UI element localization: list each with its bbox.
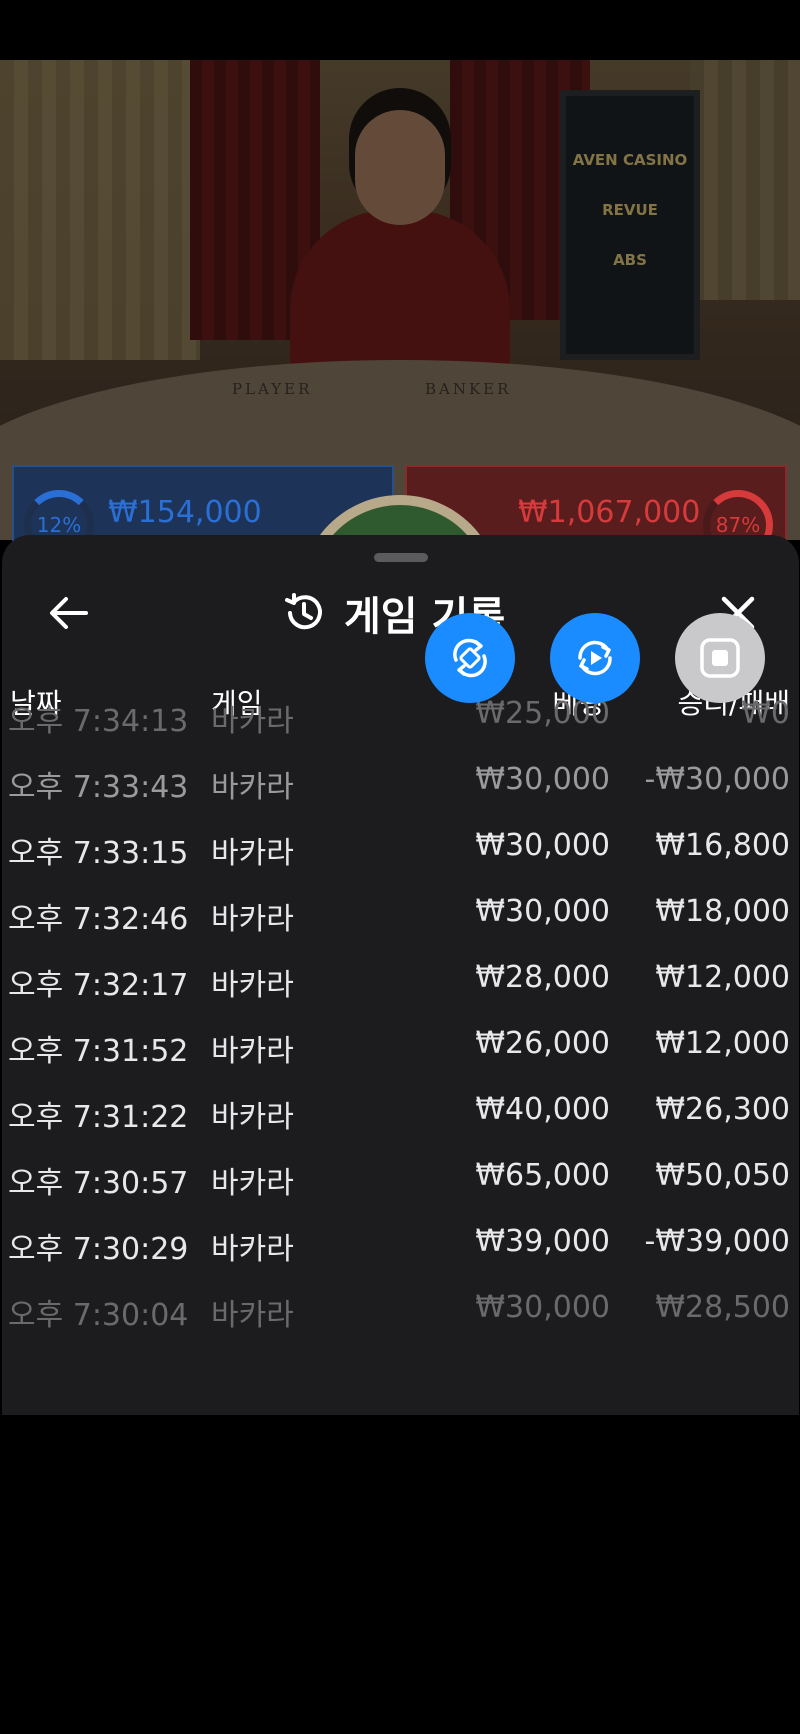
row-game: 바카라 — [211, 902, 294, 937]
arrow-left-icon — [50, 597, 88, 629]
row-date: 오후 7:31:22 — [8, 1100, 189, 1135]
row-date: 오후 7:32:17 — [8, 968, 189, 1003]
back-button[interactable] — [40, 585, 96, 641]
row-result: ₩50,050 — [655, 1158, 790, 1193]
row-bet: ₩30,000 — [475, 828, 610, 863]
app-root: AVEN CASINO REVUE ABS PLAYER BANKER 12% … — [0, 0, 800, 1734]
table-row: 오후 7:32:46 바카라 ₩30,000 ₩18,000 — [0, 880, 800, 946]
row-game: 바카라 — [211, 1100, 294, 1135]
table-row: 오후 7:30:57 바카라 ₩65,000 ₩50,050 — [0, 1144, 800, 1210]
row-bet: ₩65,000 — [475, 1158, 610, 1193]
row-result: ₩18,000 — [655, 894, 790, 929]
row-result: -₩30,000 — [644, 762, 790, 797]
stop-record-icon — [700, 638, 740, 678]
row-bet: ₩30,000 — [475, 762, 610, 797]
row-game: 바카라 — [211, 1034, 294, 1069]
row-date: 오후 7:33:43 — [8, 770, 189, 805]
row-game: 바카라 — [211, 1166, 294, 1201]
row-game: 바카라 — [211, 1298, 294, 1333]
row-game: 바카라 — [211, 1232, 294, 1267]
replay-button[interactable] — [550, 613, 640, 703]
row-result: ₩16,800 — [655, 828, 790, 863]
table-row: 오후 7:31:52 바카라 ₩26,000 ₩12,000 — [0, 1012, 800, 1078]
history-list[interactable]: 오후 7:34:13 바카라 ₩25,000 ₩0 오후 7:33:43 바카라… — [0, 696, 800, 1342]
table-row: 오후 7:33:15 바카라 ₩30,000 ₩16,800 — [0, 814, 800, 880]
row-result: ₩12,000 — [655, 960, 790, 995]
table-row: 오후 7:30:29 바카라 ₩39,000 -₩39,000 — [0, 1210, 800, 1276]
table-row: 오후 7:30:04 바카라 ₩30,000 ₩28,500 — [0, 1276, 800, 1342]
row-result: ₩12,000 — [655, 1026, 790, 1061]
sheet-drag-handle[interactable] — [374, 553, 428, 562]
table-row: 오후 7:34:13 바카라 ₩25,000 ₩0 — [0, 682, 800, 748]
row-result: ₩26,300 — [655, 1092, 790, 1127]
row-date: 오후 7:31:52 — [8, 1034, 189, 1069]
rotate-screen-button[interactable] — [425, 613, 515, 703]
player-bet-amount: ₩154,000 — [108, 495, 262, 530]
row-game: 바카라 — [211, 836, 294, 871]
row-bet: ₩40,000 — [475, 1092, 610, 1127]
replay-icon — [578, 640, 612, 676]
row-result: ₩28,500 — [655, 1290, 790, 1325]
row-game: 바카라 — [211, 968, 294, 1003]
table-row: 오후 7:33:43 바카라 ₩30,000 -₩30,000 — [0, 748, 800, 814]
table-row: 오후 7:32:17 바카라 ₩28,000 ₩12,000 — [0, 946, 800, 1012]
row-bet: ₩28,000 — [475, 960, 610, 995]
row-result: -₩39,000 — [644, 1224, 790, 1259]
row-result: ₩0 — [741, 696, 790, 731]
row-bet: ₩30,000 — [475, 1290, 610, 1325]
row-date: 오후 7:32:46 — [8, 902, 189, 937]
history-icon — [285, 593, 322, 630]
row-date: 오후 7:30:29 — [8, 1232, 189, 1267]
row-date: 오후 7:30:57 — [8, 1166, 189, 1201]
row-game: 바카라 — [211, 704, 294, 739]
row-bet: ₩30,000 — [475, 894, 610, 929]
rotate-screen-icon — [453, 638, 487, 678]
row-bet: ₩26,000 — [475, 1026, 610, 1061]
table-row: 오후 7:31:22 바카라 ₩40,000 ₩26,300 — [0, 1078, 800, 1144]
row-date: 오후 7:30:04 — [8, 1298, 189, 1333]
row-game: 바카라 — [211, 770, 294, 805]
stop-record-button[interactable] — [675, 613, 765, 703]
banker-bet-amount: ₩1,067,000 — [518, 495, 701, 530]
row-bet: ₩39,000 — [475, 1224, 610, 1259]
row-date: 오후 7:33:15 — [8, 836, 189, 871]
row-date: 오후 7:34:13 — [8, 704, 189, 739]
